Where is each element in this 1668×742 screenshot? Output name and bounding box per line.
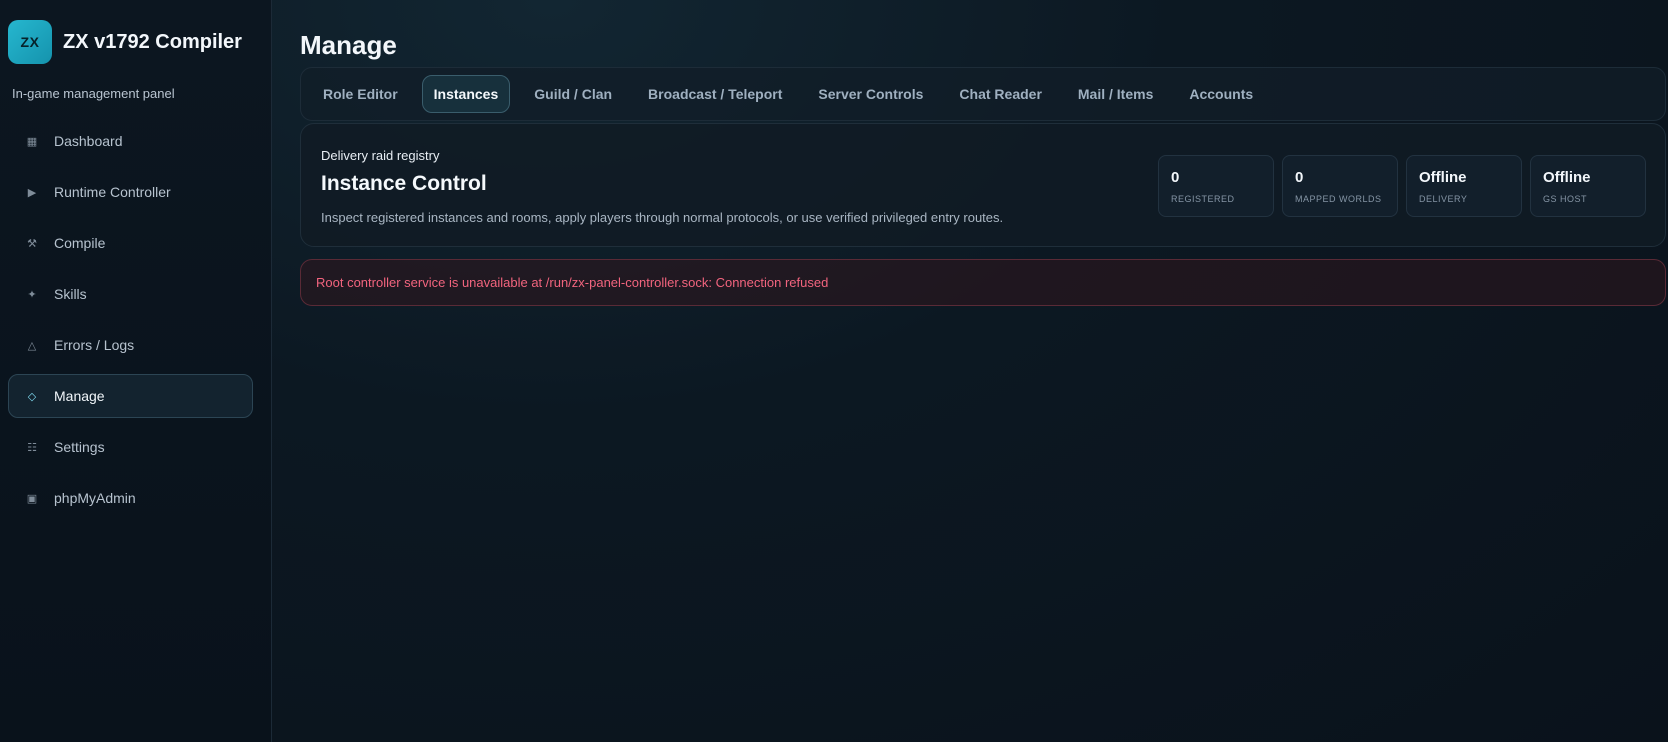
tab-broadcast-teleport[interactable]: Broadcast / Teleport <box>636 75 794 113</box>
card-description: Inspect registered instances and rooms, … <box>321 210 1004 225</box>
sidebar-item-compile[interactable]: ⚒ Compile <box>8 221 253 265</box>
tab-guild-clan[interactable]: Guild / Clan <box>522 75 624 113</box>
brand-logo: ZX <box>8 20 52 64</box>
sidebar-item-manage[interactable]: ◇ Manage <box>8 374 253 418</box>
tab-instances[interactable]: Instances <box>421 75 511 113</box>
stat-value: Offline <box>1419 169 1467 186</box>
sidebar-item-skills[interactable]: ✦ Skills <box>8 272 253 316</box>
stat-label: REGISTERED <box>1171 194 1235 204</box>
stat-value: Offline <box>1543 169 1591 186</box>
tab-bar: Role Editor Instances Guild / Clan Broad… <box>300 67 1666 121</box>
hammer-icon: ⚒ <box>27 237 37 250</box>
warning-icon: △ <box>27 339 37 352</box>
sidebar-item-label: Manage <box>54 388 105 404</box>
diamond-icon: ◇ <box>27 390 37 403</box>
database-icon: ▣ <box>26 492 38 505</box>
sidebar-item-runtime-controller[interactable]: ▶ Runtime Controller <box>8 170 253 214</box>
play-icon: ▶ <box>27 186 37 199</box>
sidebar-item-label: Errors / Logs <box>54 337 135 353</box>
stat-label: GS HOST <box>1543 194 1588 204</box>
sidebar-item-label: phpMyAdmin <box>54 490 136 506</box>
stat-value: 0 <box>1295 169 1304 186</box>
stat-registered: 0 REGISTERED <box>1158 155 1274 217</box>
sidebar-item-settings[interactable]: ☷ Settings <box>8 425 253 469</box>
stat-value: 0 <box>1171 169 1180 186</box>
sidebar-item-phpmyadmin[interactable]: ▣ phpMyAdmin <box>8 476 253 520</box>
card-kicker: Delivery raid registry <box>321 148 440 163</box>
stat-gs-host: Offline GS HOST <box>1530 155 1646 217</box>
sidebar-item-label: Settings <box>54 439 105 455</box>
sidebar-item-label: Compile <box>54 235 106 251</box>
app-root: ZX ZX v1792 Compiler In-game management … <box>0 0 1668 742</box>
grid-icon: ▦ <box>26 135 38 148</box>
sidebar-item-dashboard[interactable]: ▦ Dashboard <box>8 119 253 163</box>
main-content: Manage Role Editor Instances Guild / Cla… <box>272 0 1668 742</box>
list-icon: ☷ <box>27 441 37 454</box>
sidebar: ZX ZX v1792 Compiler In-game management … <box>0 0 272 742</box>
brand: ZX ZX v1792 Compiler <box>8 20 242 64</box>
app-subtitle: In-game management panel <box>12 86 175 101</box>
tab-chat-reader[interactable]: Chat Reader <box>947 75 1053 113</box>
card-title: Instance Control <box>321 172 487 195</box>
instance-control-card: Delivery raid registry Instance Control … <box>300 123 1666 247</box>
stats-group: 0 REGISTERED 0 MAPPED WORLDS Offline DEL… <box>1150 155 1646 217</box>
sidebar-item-label: Runtime Controller <box>54 184 171 200</box>
sidebar-item-label: Dashboard <box>54 133 123 149</box>
stat-mapped-worlds: 0 MAPPED WORLDS <box>1282 155 1398 217</box>
tab-accounts[interactable]: Accounts <box>1177 75 1265 113</box>
sidebar-item-errors-logs[interactable]: △ Errors / Logs <box>8 323 253 367</box>
stat-label: DELIVERY <box>1419 194 1468 204</box>
app-title: ZX v1792 Compiler <box>63 30 242 53</box>
sidebar-item-label: Skills <box>54 286 87 302</box>
error-alert: Root controller service is unavailable a… <box>300 259 1666 306</box>
tab-mail-items[interactable]: Mail / Items <box>1066 75 1165 113</box>
tab-role-editor[interactable]: Role Editor <box>311 75 410 113</box>
page-title: Manage <box>300 30 397 60</box>
sparkle-icon: ✦ <box>27 288 37 301</box>
sidebar-nav: ▦ Dashboard ▶ Runtime Controller ⚒ Compi… <box>8 119 253 527</box>
tab-server-controls[interactable]: Server Controls <box>806 75 935 113</box>
stat-delivery: Offline DELIVERY <box>1406 155 1522 217</box>
error-message: Root controller service is unavailable a… <box>316 275 829 290</box>
stat-label: MAPPED WORLDS <box>1295 194 1382 204</box>
